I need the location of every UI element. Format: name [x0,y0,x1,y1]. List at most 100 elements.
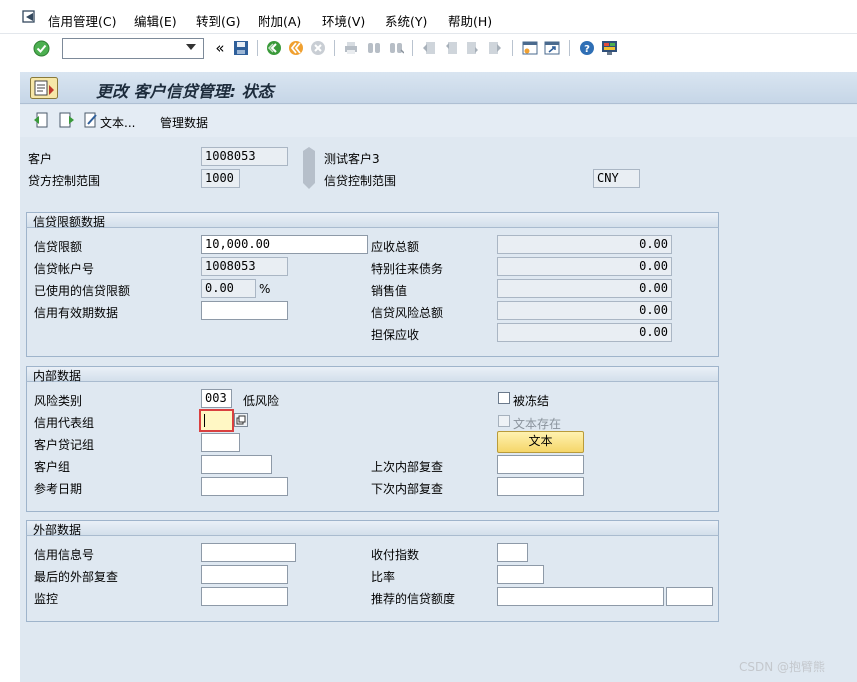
sales-value-field: 0.00 [497,279,672,298]
menu-goto[interactable]: 转到(G) [196,11,240,30]
text-cursor [204,414,205,427]
credit-limit-field[interactable]: 10,000.00 [201,235,368,254]
monitoring-field[interactable] [201,587,288,606]
layout-menu-icon[interactable] [599,38,619,58]
credit-rep-group-label: 信用代表组 [34,416,95,430]
find-next-icon[interactable] [386,38,406,58]
svg-text:?: ? [584,44,590,55]
help-icon[interactable]: ? [577,38,597,58]
payment-index-label: 收付指数 [371,548,420,562]
text-exists-checkbox [498,415,510,427]
rating-label: 比率 [371,570,396,584]
last-page-icon[interactable] [485,38,505,58]
toolbar-separator [334,40,335,56]
credit-account-field: 1008053 [201,257,288,276]
find-icon[interactable] [364,38,384,58]
toolbar-separator [257,40,258,56]
application-toolbar [20,105,857,137]
print-icon[interactable] [341,38,361,58]
receivables-label: 应收总额 [371,240,420,254]
first-page-icon[interactable] [419,38,439,58]
credit-exposure-label: 信贷风险总额 [371,306,444,320]
next-customer-icon[interactable] [59,112,75,131]
credit-validity-field[interactable] [201,301,288,320]
previous-customer-icon[interactable] [33,112,49,131]
watermark: CSDN @抱臂熊 [739,660,826,674]
command-field[interactable] [62,38,204,59]
text-exists-label: 文本存在 [513,417,562,431]
menu-edit[interactable]: 编辑(E) [134,11,177,30]
credit-limit-used-field: 0.00 [201,279,256,298]
secured-receivables-label: 担保应收 [371,328,420,342]
text-button[interactable]: 文本... [100,114,135,131]
last-internal-review-field[interactable] [497,455,584,474]
exit-icon[interactable] [286,38,306,58]
toolbar-separator [569,40,570,56]
double-chevron-left-icon[interactable]: « [210,38,230,58]
credit-control-area-label: 贷方控制范围 [28,174,101,188]
save-icon[interactable] [231,38,251,58]
menu-credit-management[interactable]: 信用管理(C) [48,11,116,30]
customer-label: 客户 [28,152,53,166]
credit-limit-label: 信贷限额 [34,240,83,254]
search-help-icon[interactable] [234,413,248,430]
customer-group-label: 客户组 [34,460,71,474]
credit-info-number-field[interactable] [201,543,296,562]
menu-extras[interactable]: 附加(A) [258,11,301,30]
blocked-label: 被冻结 [513,394,550,408]
credit-control-area-field: 1000 [201,169,240,188]
next-internal-review-field[interactable] [497,477,584,496]
next-page-icon[interactable] [463,38,483,58]
menu-icon[interactable] [22,10,36,27]
recommended-credit-limit-field[interactable] [497,587,664,606]
secured-receivables-field: 0.00 [497,323,672,342]
back-icon[interactable] [264,38,284,58]
customer-name: 测试客户3 [324,152,380,166]
sap-menu-icon[interactable] [30,77,58,102]
external-data-group-header [26,520,719,536]
credit-info-number-label: 信用信息号 [34,548,95,562]
enter-icon[interactable] [31,38,51,58]
customer-credit-group-field[interactable] [201,433,240,452]
credit-control-area-name: 信贷控制范围 [324,174,397,188]
blocked-checkbox[interactable] [498,392,510,404]
cancel-icon[interactable] [308,38,328,58]
risk-category-label: 风险类别 [34,394,83,408]
special-liabilities-label: 特别往来债务 [371,262,444,276]
internal-text-button[interactable]: 文本 [497,431,584,453]
text-edit-icon[interactable] [84,112,98,131]
credit-limit-group-header [26,212,719,228]
previous-page-icon[interactable] [441,38,461,58]
menu-bar: 信用管理(C) 编辑(E) 转到(G) 附加(A) 环境(V) 系统(Y) 帮助… [0,0,857,34]
monitoring-label: 监控 [34,592,59,606]
chevron-down-icon[interactable] [186,44,196,50]
customer-field: 1008053 [201,147,288,166]
menu-system[interactable]: 系统(Y) [385,11,427,30]
shortcut-icon[interactable] [542,38,562,58]
toolbar-separator [512,40,513,56]
rating-field[interactable] [497,565,544,584]
sales-value-label: 销售值 [371,284,408,298]
special-liabilities-field: 0.00 [497,257,672,276]
reference-date-label: 参考日期 [34,482,83,496]
internal-data-group-title: 内部数据 [33,369,82,383]
receivables-field: 0.00 [497,235,672,254]
credit-validity-label: 信用有效期数据 [34,306,119,320]
recommended-currency-field[interactable] [666,587,713,606]
risk-category-text: 低风险 [243,394,280,408]
create-session-icon[interactable] [520,38,540,58]
toolbar-separator [412,40,413,56]
reference-date-field[interactable] [201,477,288,496]
last-external-review-field[interactable] [201,565,288,584]
admin-data-button[interactable]: 管理数据 [160,114,208,131]
last-external-review-label: 最后的外部复查 [34,570,119,584]
customer-credit-group-label: 客户贷记组 [34,438,95,452]
scroll-indicator-icon [300,147,318,192]
credit-limit-group-title: 信贷限额数据 [33,215,106,229]
menu-environment[interactable]: 环境(V) [322,11,365,30]
menu-help[interactable]: 帮助(H) [448,11,492,30]
risk-category-field[interactable]: 003 [201,389,232,408]
percent-unit: % [259,282,271,296]
customer-group-field[interactable] [201,455,272,474]
payment-index-field[interactable] [497,543,528,562]
